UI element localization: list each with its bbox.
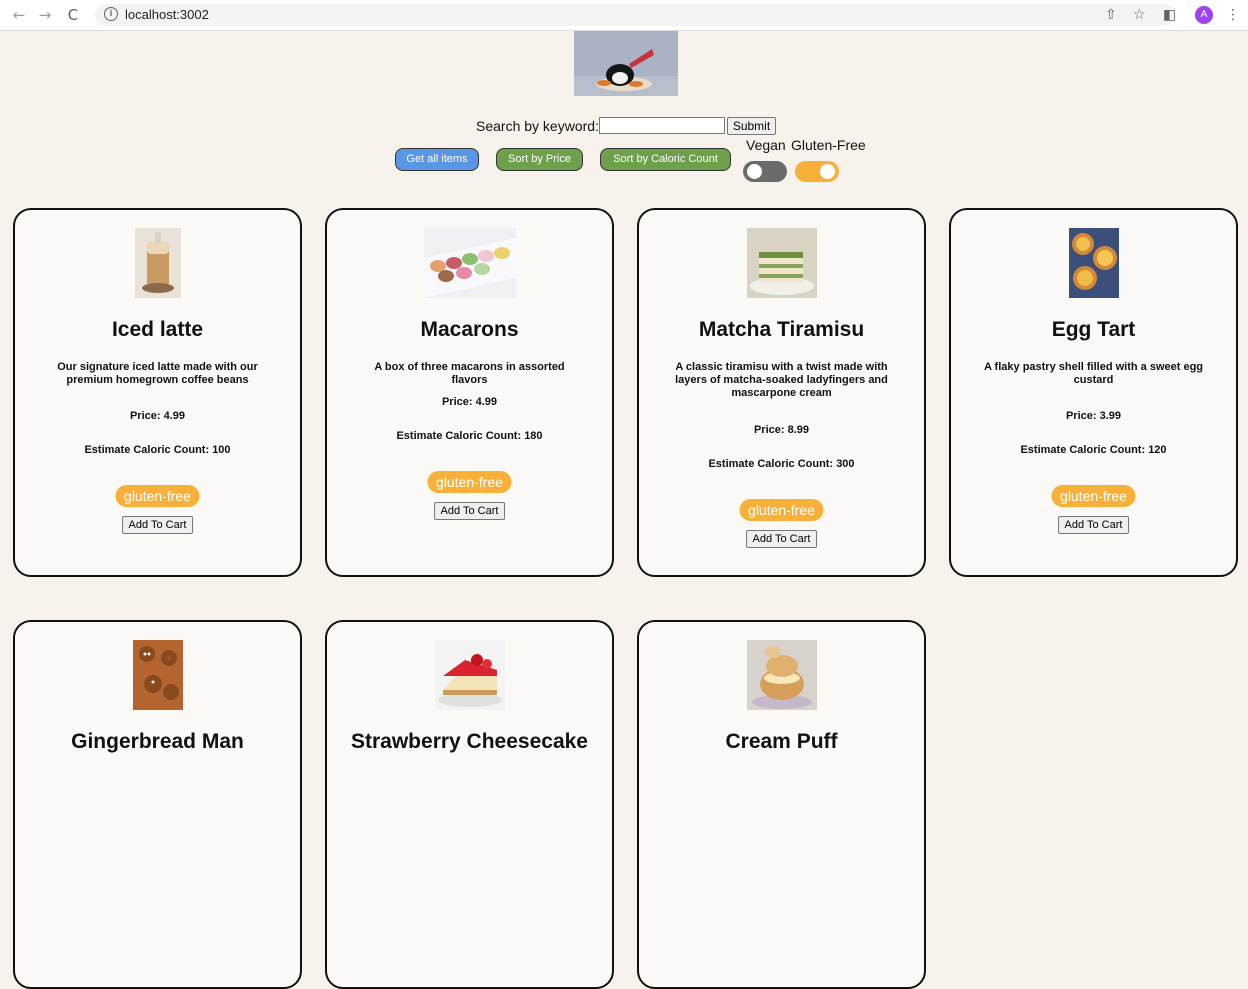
vegan-label: Vegan: [746, 137, 786, 153]
gluten-free-tag: gluten-free: [739, 499, 824, 521]
product-price: Price: 4.99: [129, 410, 186, 422]
product-image: [132, 640, 183, 710]
toggle-knob: [820, 164, 835, 179]
search-label: Search by keyword:: [476, 118, 599, 134]
product-image: [434, 640, 505, 710]
product-image: [1068, 228, 1119, 298]
gluten-free-tag: gluten-free: [1051, 485, 1136, 507]
product-name: Macarons: [420, 318, 519, 341]
product-name: Gingerbread Man: [71, 730, 244, 753]
add-to-cart-button[interactable]: Add To Cart: [745, 530, 818, 548]
product-calories: Estimate Caloric Count: 100: [84, 444, 231, 456]
product-card: Macarons A box of three macarons in asso…: [325, 208, 614, 577]
product-image: [423, 228, 516, 298]
product-card: Strawberry Cheesecake: [325, 620, 614, 989]
product-name: Cream Puff: [725, 730, 838, 753]
add-to-cart-button[interactable]: Add To Cart: [1057, 516, 1130, 534]
product-name: Strawberry Cheesecake: [351, 730, 588, 753]
site-logo: [574, 31, 678, 96]
product-card: Cream Puff: [637, 620, 926, 989]
product-description: A flaky pastry shell filled with a sweet…: [983, 361, 1204, 386]
address-bar[interactable]: i localhost:3002: [95, 4, 1175, 26]
product-card: Gingerbread Man: [13, 620, 302, 989]
add-to-cart-button[interactable]: Add To Cart: [121, 516, 194, 534]
product-price: Price: 3.99: [1065, 410, 1122, 422]
menu-icon[interactable]: ⋮: [1226, 4, 1240, 26]
profile-avatar[interactable]: A: [1195, 6, 1213, 24]
product-calories: Estimate Caloric Count: 120: [1020, 444, 1167, 456]
product-image: [746, 228, 817, 298]
product-description: Our signature iced latte made with our p…: [57, 361, 258, 386]
product-image: [134, 228, 181, 298]
toggle-knob: [747, 164, 762, 179]
add-to-cart-button[interactable]: Add To Cart: [433, 502, 506, 520]
product-card: Matcha Tiramisu A classic tiramisu with …: [637, 208, 926, 577]
address-url[interactable]: localhost:3002: [125, 7, 209, 22]
product-card: Iced latte Our signature iced latte made…: [13, 208, 302, 577]
product-price: Price: 8.99: [753, 424, 810, 436]
search-input[interactable]: [599, 117, 725, 134]
share-icon[interactable]: ⇧: [1105, 4, 1117, 26]
sort-by-calories-button[interactable]: Sort by Caloric Count: [600, 148, 731, 171]
gluten-free-tag: gluten-free: [115, 485, 200, 507]
product-card: Egg Tart A flaky pastry shell filled wit…: [949, 208, 1238, 577]
sort-by-price-button[interactable]: Sort by Price: [496, 148, 583, 171]
browser-toolbar: ← → C i localhost:3002 ⇧ ☆ ◧ A ⋮: [0, 0, 1248, 31]
product-image: [746, 640, 817, 710]
star-icon[interactable]: ☆: [1133, 4, 1146, 26]
gluten-free-toggle[interactable]: [795, 161, 839, 182]
product-calories: Estimate Caloric Count: 300: [708, 458, 855, 470]
info-icon[interactable]: i: [104, 7, 118, 21]
submit-button[interactable]: Submit: [727, 117, 776, 135]
vegan-toggle[interactable]: [743, 161, 787, 182]
search-bar: Search by keyword: Submit: [0, 117, 1248, 137]
side-panel-icon[interactable]: ◧: [1163, 4, 1176, 26]
product-name: Matcha Tiramisu: [698, 318, 865, 341]
gluten-free-label: Gluten-Free: [791, 137, 866, 153]
product-calories: Estimate Caloric Count: 180: [396, 430, 543, 442]
reload-icon[interactable]: C: [62, 4, 84, 26]
product-description: A classic tiramisu with a twist made wit…: [675, 361, 888, 399]
gluten-free-tag: gluten-free: [427, 471, 512, 493]
back-icon[interactable]: ←: [8, 4, 30, 26]
product-description: A box of three macarons in assorted flav…: [374, 361, 565, 386]
product-name: Egg Tart: [1051, 318, 1136, 341]
forward-icon[interactable]: →: [34, 4, 56, 26]
get-all-items-button[interactable]: Get all items: [395, 148, 479, 171]
product-name: Iced latte: [111, 318, 204, 341]
product-price: Price: 4.99: [441, 396, 498, 408]
penguin-logo-icon: [574, 31, 678, 96]
